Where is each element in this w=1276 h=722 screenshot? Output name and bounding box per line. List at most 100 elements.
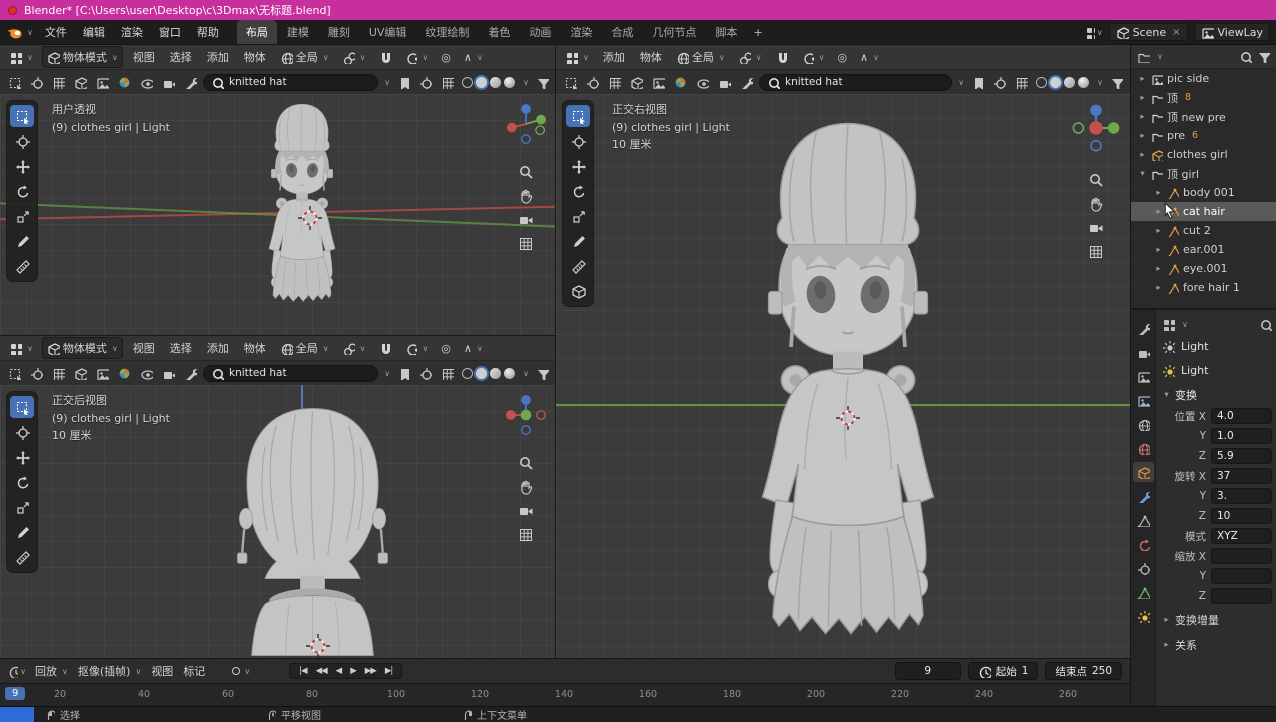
bookmark-icon[interactable] bbox=[968, 73, 986, 91]
camera-view-icon[interactable] bbox=[518, 503, 534, 519]
visibility-toggle-icon[interactable] bbox=[137, 364, 155, 382]
workspace-tab-layout[interactable]: 布局 bbox=[237, 20, 277, 45]
proportional-falloff-dropdown[interactable]: ∧∨ bbox=[856, 49, 883, 66]
tool-annotate[interactable] bbox=[10, 521, 34, 543]
viewport-menu-add[interactable]: 添加 bbox=[202, 47, 234, 67]
cursor-tool-icon[interactable] bbox=[27, 73, 45, 91]
zoom-control-icon[interactable] bbox=[518, 455, 534, 471]
camera-toggle-icon[interactable] bbox=[159, 364, 177, 382]
timeline-menu-markers[interactable]: 标记 bbox=[183, 663, 205, 679]
outliner-item-eye-001[interactable]: ▸ eye.001 bbox=[1131, 259, 1276, 278]
tab-world[interactable] bbox=[1133, 438, 1154, 458]
tool-scale[interactable] bbox=[566, 205, 590, 227]
image-display-icon[interactable] bbox=[649, 73, 667, 91]
proportional-edit-toggle[interactable]: ◎ bbox=[833, 49, 851, 66]
tool-settings-icon[interactable] bbox=[737, 73, 755, 91]
viewport-menu-object[interactable]: 物体 bbox=[635, 47, 667, 67]
field-value[interactable]: 4.0 bbox=[1211, 408, 1272, 424]
add-workspace-button[interactable]: + bbox=[746, 22, 769, 43]
tab-object-data[interactable] bbox=[1133, 582, 1154, 602]
window-title-bar[interactable]: Blender* [C:\Users\user\Desktop\c\3Dmax\… bbox=[0, 0, 1276, 20]
breadcrumb-data[interactable]: Light bbox=[1162, 358, 1272, 382]
next-keyframe-button[interactable]: ▶▶ bbox=[362, 665, 379, 677]
proportional-falloff-dropdown[interactable]: ∧∨ bbox=[460, 49, 487, 66]
pivot-point-dropdown[interactable]: ∨ bbox=[734, 49, 766, 66]
camera-toggle-icon[interactable] bbox=[715, 73, 733, 91]
snap-toggle[interactable] bbox=[771, 49, 792, 66]
viewport-menu-view[interactable]: 视图 bbox=[128, 47, 160, 67]
workspace-tab-texture-paint[interactable]: 纹理绘制 bbox=[416, 20, 478, 45]
outliner-item-body-001[interactable]: ▸ body 001 bbox=[1131, 183, 1276, 202]
outliner-item-item[interactable]: ▸ 顶 8 bbox=[1131, 88, 1276, 107]
grid-toggle-icon[interactable] bbox=[1088, 244, 1104, 260]
transform-orientation-dropdown[interactable]: 全局∨ bbox=[276, 338, 333, 358]
shading-solid-button[interactable] bbox=[476, 77, 487, 88]
workspace-tab-shading[interactable]: 着色 bbox=[479, 20, 519, 45]
visibility-toggle-icon[interactable] bbox=[693, 73, 711, 91]
expand-arrow-icon[interactable]: ▸ bbox=[1138, 112, 1147, 122]
grid-toggle-icon[interactable] bbox=[518, 236, 534, 252]
shading-rendered-button[interactable] bbox=[1078, 77, 1089, 88]
tool-select-box[interactable] bbox=[10, 396, 34, 418]
properties-nav-icon[interactable] bbox=[1162, 318, 1175, 331]
editor-type-button[interactable]: ∨ bbox=[5, 340, 37, 357]
pan-control-icon[interactable] bbox=[1088, 196, 1104, 212]
tool-3d-cursor[interactable] bbox=[566, 130, 590, 152]
tab-output[interactable] bbox=[1133, 366, 1154, 386]
mode-dropdown[interactable]: 物体模式∨ bbox=[42, 46, 123, 68]
current-frame-field[interactable]: 9 bbox=[895, 662, 961, 680]
tool-measure[interactable] bbox=[10, 255, 34, 277]
snap-settings-dropdown[interactable]: ∨ bbox=[797, 49, 829, 66]
workspace-tab-animation[interactable]: 动画 bbox=[520, 20, 560, 45]
viewport-menu-add[interactable]: 添加 bbox=[598, 47, 630, 67]
field-value[interactable] bbox=[1211, 568, 1272, 584]
shading-rendered-button[interactable] bbox=[504, 368, 515, 379]
show-overlays-toggle-icon[interactable] bbox=[1012, 73, 1030, 91]
filter-icon[interactable] bbox=[1107, 73, 1125, 91]
tool-scale[interactable] bbox=[10, 496, 34, 518]
playhead-frame-badge[interactable]: 9 bbox=[5, 687, 25, 700]
snap-settings-dropdown[interactable]: ∨ bbox=[400, 49, 432, 66]
tab-tool[interactable] bbox=[1133, 318, 1154, 338]
filter-icon[interactable] bbox=[533, 73, 551, 91]
outliner-item-new-pre[interactable]: ▸ 顶 new pre bbox=[1131, 107, 1276, 126]
field-value[interactable]: 10 bbox=[1211, 508, 1272, 524]
orientation-gizmo[interactable] bbox=[503, 392, 549, 438]
workspace-tab-sculpting[interactable]: 雕刻 bbox=[319, 20, 359, 45]
outliner-item-ear-001[interactable]: ▸ ear.001 bbox=[1131, 240, 1276, 259]
outliner-item-girl[interactable]: ▾ 顶 girl bbox=[1131, 164, 1276, 183]
scene-browse-button[interactable]: ∨ bbox=[1085, 23, 1103, 41]
field-value[interactable]: 1.0 bbox=[1211, 428, 1272, 444]
tab-scene[interactable] bbox=[1133, 414, 1154, 434]
snap-settings-dropdown[interactable]: ∨ bbox=[400, 340, 432, 357]
frame-end-field[interactable]: 结束点 250 bbox=[1045, 662, 1122, 680]
proportional-edit-toggle[interactable]: ◎ bbox=[437, 340, 455, 357]
proportional-falloff-dropdown[interactable]: ∧∨ bbox=[460, 340, 487, 357]
tool-scale[interactable] bbox=[10, 205, 34, 227]
viewport-3d-canvas[interactable]: 正交后视图 (9) clothes girl | Light 10 厘米 bbox=[0, 385, 556, 658]
workspace-tab-scripting[interactable]: 脚本 bbox=[706, 20, 746, 45]
tab-particles[interactable] bbox=[1133, 510, 1154, 530]
panel-section-item[interactable]: ▸关系 bbox=[1162, 634, 1272, 656]
editor-type-button[interactable]: ∨ bbox=[5, 49, 37, 66]
shading-material-button[interactable] bbox=[490, 368, 501, 379]
image-display-icon[interactable] bbox=[93, 364, 111, 382]
editor-type-button[interactable]: ∨ bbox=[561, 49, 593, 66]
shading-solid-button[interactable] bbox=[476, 368, 487, 379]
menu-window[interactable]: 窗口 bbox=[151, 21, 189, 43]
workspace-tab-modeling[interactable]: 建模 bbox=[278, 20, 318, 45]
shading-material-button[interactable] bbox=[490, 77, 501, 88]
material-preview-ball-icon[interactable] bbox=[671, 73, 689, 91]
gizmo-object-icon[interactable] bbox=[5, 73, 23, 91]
scene-selector[interactable]: Scene × bbox=[1109, 23, 1188, 41]
tab-physics[interactable] bbox=[1133, 534, 1154, 554]
expand-arrow-icon[interactable]: ▸ bbox=[1138, 150, 1147, 160]
workspace-tab-rendering[interactable]: 渲染 bbox=[561, 20, 601, 45]
image-display-icon[interactable] bbox=[93, 73, 111, 91]
jump-to-start-button[interactable]: |◀ bbox=[296, 665, 309, 677]
expand-arrow-icon[interactable]: ▸ bbox=[1154, 188, 1163, 198]
blender-logo-icon[interactable]: ∨ bbox=[6, 24, 33, 41]
shading-wireframe-button[interactable] bbox=[1036, 77, 1047, 88]
tool-measure[interactable] bbox=[10, 546, 34, 568]
tool-rotate[interactable] bbox=[566, 180, 590, 202]
